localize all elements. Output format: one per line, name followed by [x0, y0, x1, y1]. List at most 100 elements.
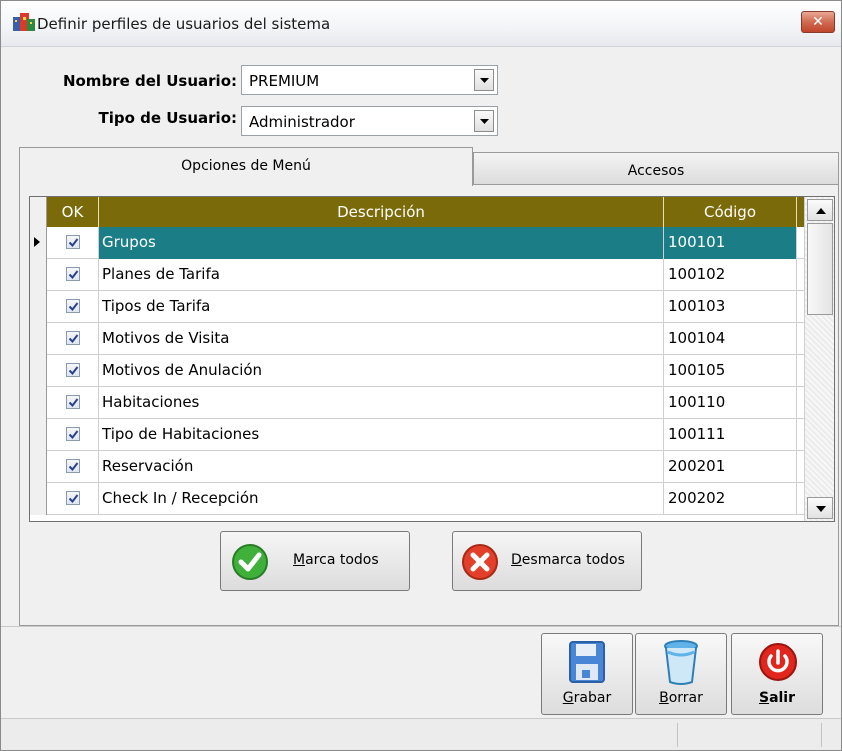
ok-cell [47, 419, 99, 451]
row-indicator [30, 387, 47, 419]
scroll-up-button[interactable] [807, 199, 833, 221]
scroll-thumb[interactable] [807, 223, 833, 315]
trash-bin-icon [664, 640, 698, 685]
row-checkbox[interactable] [66, 427, 80, 441]
floppy-disk-icon [569, 641, 605, 683]
ok-cell [47, 387, 99, 419]
row-checkbox[interactable] [66, 363, 80, 377]
window-title: Definir perfiles de usuarios del sistema [37, 15, 331, 33]
checkmark-icon [68, 238, 79, 248]
checkmark-icon [68, 398, 79, 408]
column-header-description[interactable]: Descripción [99, 197, 664, 227]
user-name-label: Nombre del Usuario: [62, 72, 237, 90]
header-indicator-cell [30, 197, 47, 227]
code-cell[interactable]: 100105 [664, 355, 797, 387]
close-button[interactable]: ✕ [801, 11, 835, 33]
ok-cell [47, 451, 99, 483]
row-indicator [30, 451, 47, 483]
row-indicator [30, 323, 47, 355]
exit-label: Salir [758, 690, 796, 706]
delete-button[interactable]: Borrar [635, 633, 727, 715]
column-header-ok[interactable]: OK [47, 197, 99, 227]
description-cell[interactable]: Habitaciones [99, 387, 664, 419]
description-cell[interactable]: Reservación [99, 451, 664, 483]
column-header-code[interactable]: Código [664, 197, 797, 227]
user-name-dropdown-button[interactable] [474, 69, 494, 91]
code-cell[interactable]: 100104 [664, 323, 797, 355]
description-cell[interactable]: Grupos [99, 227, 664, 259]
code-cell[interactable]: 200202 [664, 483, 797, 515]
code-cell[interactable]: 100101 [664, 227, 797, 259]
table-row[interactable]: Motivos de Visita 100104 [30, 323, 804, 355]
save-label: Grabar [562, 690, 612, 706]
row-indicator [30, 259, 47, 291]
code-cell[interactable]: 100103 [664, 291, 797, 323]
checkmark-icon [68, 302, 79, 312]
user-type-label: Tipo de Usuario: [98, 109, 237, 127]
vertical-scrollbar[interactable] [804, 197, 834, 521]
tab-access[interactable]: Accesos [473, 152, 839, 185]
red-x-icon [462, 544, 498, 580]
ok-cell [47, 483, 99, 515]
exit-button[interactable]: Salir [731, 633, 823, 715]
menu-options-grid: OK Descripción Código Grupos 100101 Planes… [29, 196, 835, 522]
ok-cell [47, 355, 99, 387]
description-cell[interactable]: Planes de Tarifa [99, 259, 664, 291]
app-icon [13, 13, 35, 33]
delete-label: Borrar [659, 690, 703, 706]
ok-cell [47, 291, 99, 323]
checkmark-icon [68, 430, 79, 440]
green-check-icon [232, 544, 268, 580]
table-row[interactable]: Grupos 100101 [30, 227, 804, 259]
chevron-up-icon [816, 208, 826, 214]
row-checkbox[interactable] [66, 235, 80, 249]
row-checkbox[interactable] [66, 491, 80, 505]
status-separator [821, 723, 822, 747]
row-checkbox[interactable] [66, 267, 80, 281]
checkmark-icon [68, 494, 79, 504]
row-checkbox[interactable] [66, 395, 80, 409]
description-cell[interactable]: Motivos de Anulación [99, 355, 664, 387]
code-cell[interactable]: 200201 [664, 451, 797, 483]
grid-header: OK Descripción Código [30, 197, 804, 227]
description-cell[interactable]: Check In / Recepción [99, 483, 664, 515]
table-row[interactable]: Motivos de Anulación 100105 [30, 355, 804, 387]
user-type-value: Administrador [249, 113, 355, 131]
chevron-down-icon [480, 119, 489, 124]
profiles-window: Definir perfiles de usuarios del sistema… [0, 0, 842, 751]
table-row[interactable]: Planes de Tarifa 100102 [30, 259, 804, 291]
status-separator [677, 723, 678, 747]
description-cell[interactable]: Tipo de Habitaciones [99, 419, 664, 451]
code-cell[interactable]: 100102 [664, 259, 797, 291]
user-name-value: PREMIUM [249, 72, 320, 90]
row-checkbox[interactable] [66, 331, 80, 345]
scroll-down-button[interactable] [807, 497, 833, 519]
table-row[interactable]: Tipo de Habitaciones 100111 [30, 419, 804, 451]
row-indicator [30, 419, 47, 451]
description-cell[interactable]: Motivos de Visita [99, 323, 664, 355]
ok-cell [47, 323, 99, 355]
status-bar [1, 718, 841, 750]
checkmark-icon [68, 270, 79, 280]
checkmark-icon [68, 334, 79, 344]
ok-cell [47, 259, 99, 291]
chevron-down-icon [480, 78, 489, 83]
row-checkbox[interactable] [66, 459, 80, 473]
mark-all-label: Marca todos [293, 552, 379, 568]
mark-all-button[interactable]: Marca todos [220, 531, 410, 591]
user-type-combo[interactable]: Administrador [241, 106, 498, 136]
save-button[interactable]: Grabar [541, 633, 633, 715]
tab-menu-options[interactable]: Opciones de Menú [19, 147, 473, 186]
table-row[interactable]: Tipos de Tarifa 100103 [30, 291, 804, 323]
unmark-all-button[interactable]: Desmarca todos [452, 531, 642, 591]
table-row[interactable]: Check In / Recepción 200202 [30, 483, 804, 515]
table-row[interactable]: Reservación 200201 [30, 451, 804, 483]
code-cell[interactable]: 100111 [664, 419, 797, 451]
description-cell[interactable]: Tipos de Tarifa [99, 291, 664, 323]
row-pointer-icon [34, 237, 40, 247]
table-row[interactable]: Habitaciones 100110 [30, 387, 804, 419]
user-name-combo[interactable]: PREMIUM [241, 65, 498, 95]
row-checkbox[interactable] [66, 299, 80, 313]
code-cell[interactable]: 100110 [664, 387, 797, 419]
user-type-dropdown-button[interactable] [474, 110, 494, 132]
